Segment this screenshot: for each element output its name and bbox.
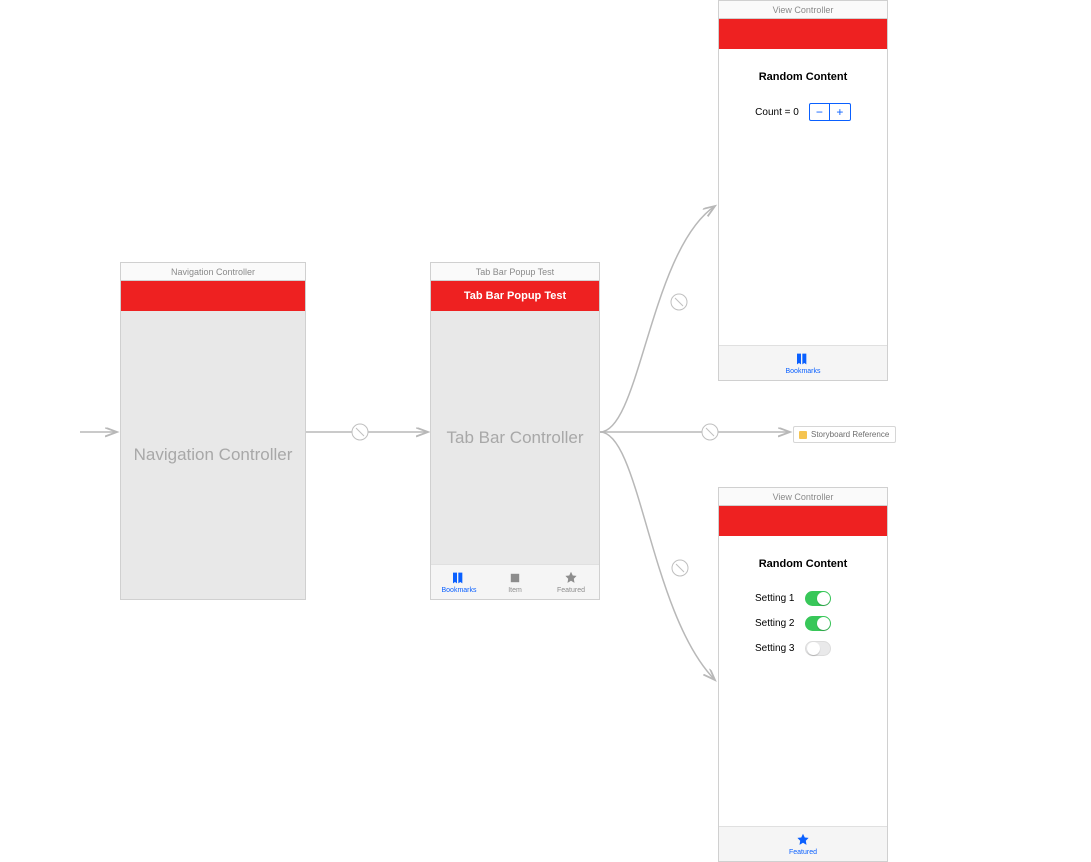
setting-row: Setting 1 xyxy=(735,586,871,611)
scene-body: Random Content Count = 0 − + xyxy=(719,49,887,345)
content-heading: Random Content xyxy=(739,558,867,570)
nav-title: Tab Bar Popup Test xyxy=(464,290,566,302)
scene-title: View Controller xyxy=(719,1,887,19)
scene-view-controller-top[interactable]: View Controller Random Content Count = 0… xyxy=(718,0,888,381)
stepper-minus-button[interactable]: − xyxy=(810,104,830,120)
nav-bar: Tab Bar Popup Test xyxy=(431,281,599,311)
tab-label: Item xyxy=(508,587,522,594)
stepper-plus-button[interactable]: + xyxy=(830,104,850,120)
tab-label: Bookmarks xyxy=(785,368,820,375)
tab-label: Bookmarks xyxy=(441,587,476,594)
placeholder-text: Navigation Controller xyxy=(134,445,293,465)
scene-title: Navigation Controller xyxy=(121,263,305,281)
setting-row: Setting 2 xyxy=(735,611,871,636)
setting-label: Setting 2 xyxy=(755,618,794,629)
stepper[interactable]: − + xyxy=(809,103,851,121)
content-heading: Random Content xyxy=(739,71,867,83)
tab-bar: Bookmarks xyxy=(719,345,887,380)
star-icon xyxy=(563,571,579,585)
scene-navigation-controller[interactable]: Navigation Controller Navigation Control… xyxy=(120,262,306,600)
tab-featured[interactable]: Featured xyxy=(719,827,887,861)
square-icon xyxy=(507,571,523,585)
scene-title: Tab Bar Popup Test xyxy=(431,263,599,281)
storyboard-reference[interactable]: Storyboard Reference xyxy=(793,426,896,443)
storyboard-reference-label: Storyboard Reference xyxy=(811,430,889,439)
tab-item[interactable]: Item xyxy=(487,565,543,599)
tab-label: Featured xyxy=(789,849,817,856)
placeholder-text: Tab Bar Controller xyxy=(446,428,583,448)
bookmarks-icon xyxy=(795,352,811,366)
setting-label: Setting 3 xyxy=(755,643,794,654)
tab-featured[interactable]: Featured xyxy=(543,565,599,599)
tab-bookmarks[interactable]: Bookmarks xyxy=(719,346,887,380)
setting-label: Setting 1 xyxy=(755,593,794,604)
nav-bar xyxy=(719,19,887,49)
switch-toggle[interactable] xyxy=(805,616,831,631)
star-icon xyxy=(795,833,811,847)
nav-bar xyxy=(719,506,887,536)
bookmarks-icon xyxy=(451,571,467,585)
tab-bookmarks[interactable]: Bookmarks xyxy=(431,565,487,599)
switch-toggle[interactable] xyxy=(805,641,831,656)
scene-body: Random Content Setting 1Setting 2Setting… xyxy=(719,536,887,826)
storyboard-icon xyxy=(799,431,807,439)
settings-list: Setting 1 Setting 2 Setting 3 xyxy=(719,586,887,661)
nav-bar xyxy=(121,281,305,311)
count-label: Count = 0 xyxy=(755,107,799,118)
setting-row: Setting 3 xyxy=(735,636,871,661)
scene-title: View Controller xyxy=(719,488,887,506)
scene-tab-bar-controller[interactable]: Tab Bar Popup Test Tab Bar Popup Test Ta… xyxy=(430,262,600,600)
scene-body: Tab Bar Controller xyxy=(431,311,599,564)
scene-view-controller-bottom[interactable]: View Controller Random Content Setting 1… xyxy=(718,487,888,862)
tab-bar: Featured xyxy=(719,826,887,861)
tab-label: Featured xyxy=(557,587,585,594)
scene-body: Navigation Controller xyxy=(121,311,305,599)
tab-bar: Bookmarks Item Featured xyxy=(431,564,599,599)
switch-toggle[interactable] xyxy=(805,591,831,606)
